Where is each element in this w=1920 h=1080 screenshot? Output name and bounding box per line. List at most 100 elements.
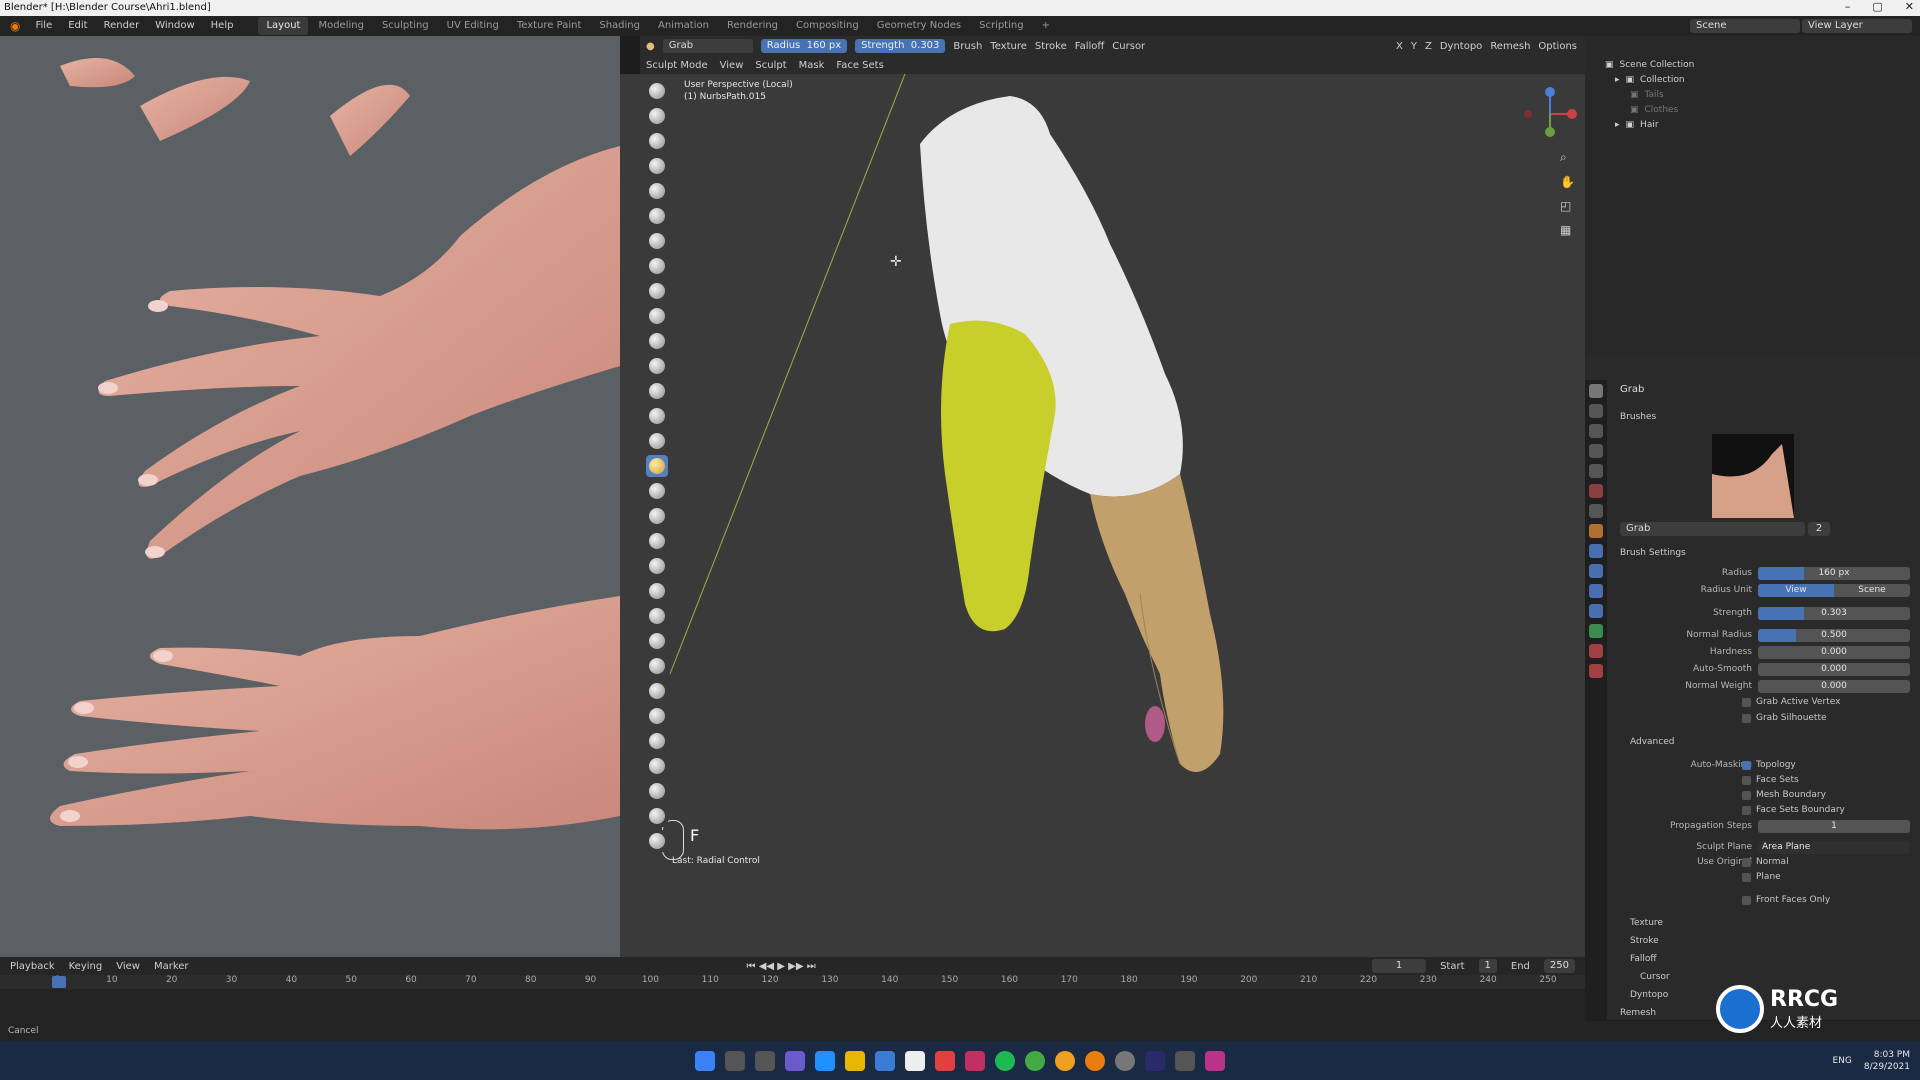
close-button[interactable]: ✕ xyxy=(1905,0,1914,16)
thumb-tool[interactable] xyxy=(646,530,668,552)
language-indicator[interactable]: ENG xyxy=(1832,1056,1851,1066)
spotify-icon[interactable] xyxy=(995,1050,1015,1071)
menu-window[interactable]: Window xyxy=(148,16,201,36)
use-original-normal-checkbox[interactable]: Normal xyxy=(1742,857,1789,867)
tab-uv-editing[interactable]: UV Editing xyxy=(439,17,507,35)
brush-icon[interactable]: ● xyxy=(646,41,655,52)
symmetry-y[interactable]: Y xyxy=(1411,41,1417,52)
outliner-scene-collection[interactable]: ▣ Scene Collection xyxy=(1605,58,1694,72)
brushes-section[interactable]: Brushes xyxy=(1620,412,1656,422)
mesh-filter-tool[interactable] xyxy=(646,830,668,852)
timeline-ruler[interactable]: 1102030405060708090100110120130140150160… xyxy=(0,975,1585,989)
brush-name-field[interactable]: Grab xyxy=(662,39,753,53)
fill-tool[interactable] xyxy=(646,355,668,377)
navigation-gizmo[interactable] xyxy=(1520,84,1580,147)
tab-compositing[interactable]: Compositing xyxy=(788,17,867,35)
search-icon[interactable] xyxy=(725,1050,745,1071)
options-menu[interactable]: Options xyxy=(1538,41,1577,52)
brush-users-count[interactable]: 2 xyxy=(1808,522,1830,536)
face-sets-boundary-checkbox[interactable]: Face Sets Boundary xyxy=(1742,805,1845,815)
draw-tool[interactable] xyxy=(646,80,668,102)
grab-tool[interactable] xyxy=(646,455,668,477)
face-sets-menu[interactable]: Face Sets xyxy=(836,60,883,71)
collection-tab-icon[interactable] xyxy=(1589,504,1603,518)
dyntopo-menu[interactable]: Dyntopo xyxy=(1440,41,1482,52)
object-tab-icon[interactable] xyxy=(1589,524,1603,538)
layer-tool[interactable] xyxy=(646,205,668,227)
start-icon[interactable] xyxy=(695,1050,715,1071)
remesh-menu[interactable]: Remesh xyxy=(1490,41,1530,52)
outliner-item-hair[interactable]: ▸ ▣ Hair xyxy=(1615,118,1659,132)
expand-arrow-icon[interactable]: ▸ xyxy=(1615,75,1620,85)
clock[interactable]: 8:03 PM 8/29/2021 xyxy=(1864,1049,1910,1073)
sculpt-plane-dropdown[interactable]: Area Plane xyxy=(1758,840,1910,854)
brush-preview-thumbnail[interactable] xyxy=(1712,434,1794,518)
mail-icon[interactable] xyxy=(875,1050,895,1071)
simplify-tool[interactable] xyxy=(646,705,668,727)
tab-rendering[interactable]: Rendering xyxy=(719,17,786,35)
cloth-tool[interactable] xyxy=(646,680,668,702)
playback-controls[interactable]: ⏮ ◀◀ ▶ ▶▶ ⏭ xyxy=(747,961,816,972)
tab-shading[interactable]: Shading xyxy=(591,17,648,35)
falloff-menu[interactable]: Falloff xyxy=(1075,41,1105,52)
pose-tool[interactable] xyxy=(646,555,668,577)
hardness-field[interactable]: 0.000 xyxy=(1758,645,1910,659)
front-faces-only-checkbox[interactable]: Front Faces Only xyxy=(1742,895,1830,905)
3d-viewport[interactable]: User Perspective (Local) (1) NurbsPath.0… xyxy=(620,74,1585,957)
normal-weight-field[interactable]: 0.000 xyxy=(1758,679,1910,693)
draw-sharp-tool[interactable] xyxy=(646,105,668,127)
file-explorer-icon[interactable] xyxy=(845,1050,865,1071)
tab-texture-paint[interactable]: Texture Paint xyxy=(509,17,590,35)
falloff-subsection[interactable]: Falloff xyxy=(1630,954,1657,964)
outliner-item-tails[interactable]: ▣ Tails xyxy=(1630,88,1664,102)
premiere-icon[interactable] xyxy=(1145,1050,1165,1071)
tab-animation[interactable]: Animation xyxy=(650,17,717,35)
menu-file[interactable]: File xyxy=(28,16,59,36)
minimize-button[interactable]: – xyxy=(1845,0,1851,16)
zoom-icon[interactable]: ⌕ xyxy=(1560,150,1575,165)
dyntopo-section[interactable]: Dyntopo xyxy=(1630,990,1668,1000)
draw-face-sets-tool[interactable] xyxy=(646,755,668,777)
teams-icon[interactable] xyxy=(785,1050,805,1071)
topology-checkbox[interactable]: Topology xyxy=(1742,760,1796,770)
keying-menu[interactable]: Keying xyxy=(69,961,103,972)
grab-silhouette-checkbox[interactable]: Grab Silhouette xyxy=(1742,713,1827,723)
playback-menu[interactable]: Playback xyxy=(10,961,55,972)
strength-prop-field[interactable]: 0.303 xyxy=(1758,606,1910,620)
clay-strips-tool[interactable] xyxy=(646,155,668,177)
symmetry-z[interactable]: Z xyxy=(1425,41,1432,52)
mesh-boundary-checkbox[interactable]: Mesh Boundary xyxy=(1742,790,1826,800)
stroke-menu[interactable]: Stroke xyxy=(1035,41,1067,52)
cursor-subsection[interactable]: Cursor xyxy=(1640,972,1670,982)
menu-edit[interactable]: Edit xyxy=(61,16,94,36)
normal-radius-field[interactable]: 0.500 xyxy=(1758,628,1910,642)
boundary-tool[interactable] xyxy=(646,655,668,677)
elastic-deform-tool[interactable] xyxy=(646,480,668,502)
timeline-view-menu[interactable]: View xyxy=(116,961,140,972)
mask-menu[interactable]: Mask xyxy=(799,60,825,71)
brush-settings-section[interactable]: Brush Settings xyxy=(1620,548,1686,558)
multiplane-scrape-tool[interactable] xyxy=(646,405,668,427)
view-layer-selector[interactable]: View Layer xyxy=(1802,19,1912,33)
modifier-tab-icon[interactable] xyxy=(1589,544,1603,558)
app-pink-icon[interactable] xyxy=(1205,1050,1225,1071)
app-gray-icon[interactable] xyxy=(1115,1050,1135,1071)
scene-tab-icon[interactable] xyxy=(1589,464,1603,478)
face-sets-checkbox[interactable]: Face Sets xyxy=(1742,775,1799,785)
clay-thumb-tool[interactable] xyxy=(646,180,668,202)
smooth-tool[interactable] xyxy=(646,305,668,327)
auto-smooth-field[interactable]: 0.000 xyxy=(1758,662,1910,676)
outliner-item-collection[interactable]: ▸ ▣ Collection xyxy=(1615,73,1685,87)
tab-sculpting[interactable]: Sculpting xyxy=(374,17,437,35)
texture-subsection[interactable]: Texture xyxy=(1630,918,1663,928)
strength-field[interactable]: Strength 0.303 xyxy=(855,39,946,53)
render-tab-icon[interactable] xyxy=(1589,404,1603,418)
slide-relax-tool[interactable] xyxy=(646,630,668,652)
rotate-tool[interactable] xyxy=(646,605,668,627)
store-icon[interactable] xyxy=(935,1050,955,1071)
marker-menu[interactable]: Marker xyxy=(154,961,189,972)
tab-layout[interactable]: Layout xyxy=(258,17,309,35)
pan-hand-icon[interactable]: ✋ xyxy=(1560,175,1575,189)
edge-icon[interactable] xyxy=(815,1050,835,1071)
texture-menu[interactable]: Texture xyxy=(990,41,1027,52)
